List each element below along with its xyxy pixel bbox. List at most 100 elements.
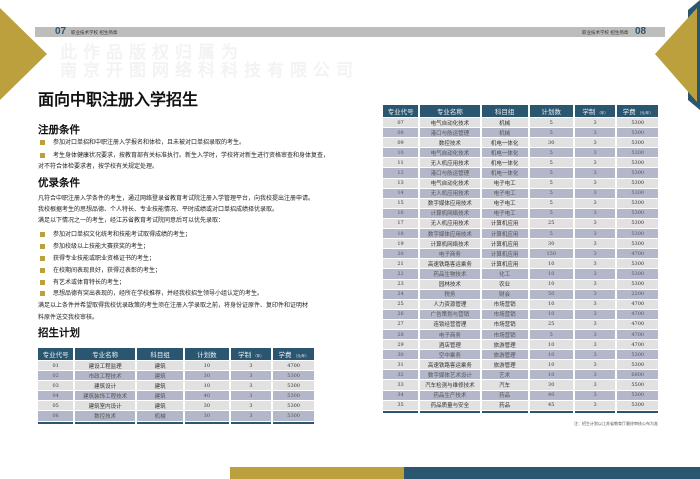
registration-continuation: 对不符合体检要求者，按学校有关规定处理。 xyxy=(38,163,159,170)
priority-closing: 满足以上条件并希望取得我校优录政策的考生须在注册入学录取之前，将身份证原件、复印… xyxy=(38,302,309,309)
table-cell: 5 xyxy=(529,329,573,341)
table-note: 注：招生计划以江苏省教育厅最终审核公布为准 xyxy=(574,421,658,426)
table-cell: 建筑装饰工程技术 xyxy=(75,391,135,402)
table-row: 34 药品生产技术 药品 40 3 5300 xyxy=(383,390,658,401)
table-cell: 港口与航运管理 xyxy=(420,168,480,179)
table-cell: 3 xyxy=(574,259,616,270)
table-cell: 25 xyxy=(529,319,573,330)
table-cell: 29 xyxy=(383,340,419,351)
column-header: 计划数 xyxy=(185,348,229,361)
table-cell: 高速铁路客运乘务 xyxy=(420,360,480,371)
table-row: 08 港口与航运管理 机械 5 3 5300 xyxy=(383,128,658,139)
table-cell: 10 xyxy=(529,269,573,280)
table-footer-rule xyxy=(383,410,658,414)
table-cell: 3 xyxy=(230,361,272,372)
table-cell: 11 xyxy=(383,158,419,169)
table-cell: 5 xyxy=(529,158,573,169)
table-cell: 5300 xyxy=(617,239,658,250)
table-cell: 5300 xyxy=(273,381,314,392)
priority-intro: 凡符合中职注册入学条件的考生，通过网络登录省教育考试院注册入学管理平台，向我校提… xyxy=(38,195,315,202)
table-cell: 建设工程监理 xyxy=(75,361,135,372)
column-header: 专业名称 xyxy=(75,348,135,361)
table-cell: 30 xyxy=(529,380,573,391)
table-cell: 市场营销 xyxy=(481,309,528,320)
table-cell: 酒店管理 xyxy=(420,340,480,351)
table-row: 27 连锁经营管理 市场营销 25 3 4700 xyxy=(383,319,658,330)
table-cell: 3 xyxy=(574,178,616,189)
table-cell: 5300 xyxy=(617,208,658,219)
table-cell: 28 xyxy=(383,329,419,341)
table-cell: 计算机应用 xyxy=(481,259,528,270)
table-cell: 建筑 xyxy=(137,401,184,412)
column-header-label: 计划数 xyxy=(541,108,561,116)
table-cell: 10 xyxy=(529,350,573,361)
column-header-label: 科目组 xyxy=(494,108,515,116)
table-cell: 40 xyxy=(185,391,229,402)
table-cell: 旅游管理 xyxy=(481,350,528,361)
table-cell: 计算机应用 xyxy=(481,239,528,250)
table-cell: 机电一体化 xyxy=(481,168,528,179)
table-cell: 3 xyxy=(574,400,616,411)
table-cell: 3 xyxy=(230,411,272,422)
table-cell: 10 xyxy=(529,360,573,371)
table-cell: 计算机网络技术 xyxy=(420,208,480,219)
table-cell: 150 xyxy=(529,249,573,260)
table-cell: 5 xyxy=(529,188,573,199)
table-cell: 电子商务 xyxy=(420,249,480,260)
table-cell: 5300 xyxy=(617,279,658,290)
table-cell: 4700 xyxy=(617,299,658,310)
table-cell: 5300 xyxy=(273,411,314,422)
bottom-navy-bar xyxy=(404,467,700,479)
table-row: 12 港口与航运管理 机电一体化 5 3 5300 xyxy=(383,168,658,179)
column-header-unit: （年） xyxy=(253,354,264,358)
table-cell: 计算机应用 xyxy=(481,229,528,240)
table-cell: 5 xyxy=(529,198,573,209)
table-cell: 5300 xyxy=(617,178,658,189)
table-cell: 10 xyxy=(185,381,229,392)
table-cell: 5300 xyxy=(617,138,658,149)
table-cell: 机电一体化 xyxy=(481,148,528,159)
table-cell: 22 xyxy=(383,269,419,280)
table-cell: 40 xyxy=(529,390,573,401)
table-row: 02 市政工程技术 建筑 30 3 5300 xyxy=(38,371,314,382)
table-cell: 31 xyxy=(383,360,419,371)
table-cell: 机械 xyxy=(137,411,184,422)
column-header-unit: （元/年） xyxy=(637,111,653,115)
registration-bullet: 考生身体健康状况要求，按教育部有关标准执行。新生入学时，学校将对新生进行资格审查… xyxy=(40,150,329,159)
table-cell: 药品 xyxy=(481,390,528,401)
table-cell: 3 xyxy=(574,128,616,139)
table-cell: 3 xyxy=(574,340,616,351)
table-cell: 50 xyxy=(529,289,573,300)
table-cell: 25 xyxy=(383,299,419,310)
table-row: 04 建筑装饰工程技术 建筑 40 3 5300 xyxy=(38,391,314,402)
table-cell: 30 xyxy=(185,411,229,422)
table-cell: 无人机应用技术 xyxy=(420,158,480,169)
table-cell: 电子商务 xyxy=(420,329,480,341)
table-row: 09 数控技术 机电一体化 30 3 5300 xyxy=(383,138,658,149)
table-cell: 24 xyxy=(383,289,419,300)
table-cell: 5 xyxy=(529,128,573,139)
column-header: 科目组 xyxy=(481,105,528,118)
table-cell: 5300 xyxy=(617,188,658,199)
table-cell: 化工 xyxy=(481,269,528,280)
table-cell: 07 xyxy=(383,118,419,129)
enrollment-table-left: 专业代号 专业名称 科目组 计划数 学制 （年） 学费 （元/年） 01 建设工程监理 建筑 10… xyxy=(36,348,316,425)
table-cell: 10 xyxy=(529,340,573,351)
table-cell: 30 xyxy=(185,371,229,382)
table-cell: 25 xyxy=(529,218,573,230)
table-row: 20 电子商务 计算机应用 150 3 4700 xyxy=(383,249,658,260)
page-number-right: 08 xyxy=(635,26,647,37)
column-header-label: 学制 xyxy=(582,108,596,116)
table-cell: 5300 xyxy=(617,148,658,159)
table-row: 28 电子商务 市场营销 5 3 4700 xyxy=(383,329,658,341)
column-header: 学制 （年） xyxy=(230,348,272,361)
column-header-unit: （元/年） xyxy=(293,354,309,358)
table-cell: 数控技术 xyxy=(420,138,480,149)
table-row: 19 计算机网络技术 计算机应用 30 3 5300 xyxy=(383,239,658,250)
table-row: 11 无人机应用技术 机电一体化 5 3 5300 xyxy=(383,158,658,169)
table-cell: 汽车 xyxy=(481,380,528,391)
table-cell: 5300 xyxy=(617,390,658,401)
table-cell: 税务 xyxy=(420,289,480,300)
table-cell: 45 xyxy=(529,400,573,411)
table-cell: 30 xyxy=(383,350,419,361)
